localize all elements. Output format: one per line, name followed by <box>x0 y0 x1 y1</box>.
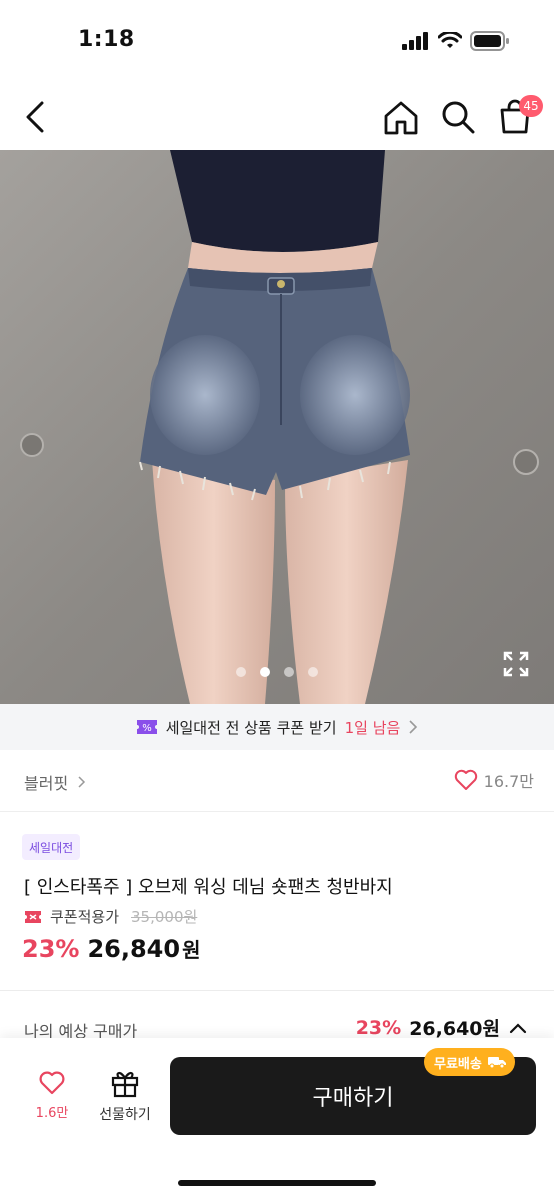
brand-name: 블러핏 <box>24 774 69 793</box>
expected-price-value: 23% 26,640원 <box>356 1014 528 1041</box>
coupon-ticket-icon <box>25 910 41 923</box>
free-shipping-label: 무료배송 <box>434 1056 482 1072</box>
coupon-banner[interactable]: % 세일대전 전 상품 쿠폰 받기 1일 남음 <box>0 704 554 750</box>
gift-label: 선물하기 <box>99 1107 151 1123</box>
truck-icon <box>487 1057 506 1069</box>
coupon-price-row: 쿠폰적용가 35,000원 <box>24 906 197 927</box>
original-price: 35,000원 <box>131 908 198 926</box>
free-shipping-badge: 무료배송 <box>424 1048 515 1076</box>
pagination-dot[interactable] <box>308 667 318 677</box>
cart-count-badge: 45 <box>519 95 543 117</box>
image-pagination <box>236 667 318 677</box>
home-icon <box>384 101 418 135</box>
brand-like-button[interactable]: 16.7만 <box>454 768 534 792</box>
expected-discount-rate: 23% <box>355 1016 402 1039</box>
back-button[interactable] <box>18 98 52 136</box>
expected-price: 26,640원 <box>409 1018 500 1040</box>
price-unit: 원 <box>182 938 201 962</box>
pagination-dot-active[interactable] <box>260 667 270 677</box>
coupon-banner-text: 세일대전 전 상품 쿠폰 받기 <box>165 718 337 737</box>
coupon-remaining: 1일 남음 <box>344 718 401 737</box>
gift-icon <box>111 1072 139 1098</box>
pagination-dot[interactable] <box>236 667 246 677</box>
coupon-icon: % <box>136 720 157 734</box>
search-button[interactable] <box>440 99 476 135</box>
chevron-right-icon <box>78 776 86 788</box>
home-indicator <box>178 1180 376 1186</box>
product-title: [ 인스타폭주 ] 오브제 워싱 데님 숏팬츠 청반바지 <box>24 877 393 898</box>
coupon-price-label: 쿠폰적용가 <box>50 908 120 926</box>
brand-row: 블러핏 16.7만 <box>0 750 554 812</box>
search-icon <box>442 101 475 134</box>
status-bar: 1:18 <box>0 0 554 84</box>
nav-bar <box>0 84 554 150</box>
sale-price: 26,840 <box>87 935 181 963</box>
wish-button[interactable]: 1.6만 <box>24 1070 80 1128</box>
product-image[interactable] <box>0 150 554 704</box>
wifi-icon <box>438 32 462 48</box>
discount-rate: 23% <box>22 935 80 963</box>
heart-icon <box>454 769 477 790</box>
sale-tag: 세일대전 <box>22 834 81 860</box>
svg-text:%: % <box>142 723 152 734</box>
gift-button[interactable]: 선물하기 <box>90 1068 160 1128</box>
chevron-up-icon[interactable] <box>508 1021 528 1035</box>
brand-like-count: 16.7만 <box>483 772 534 791</box>
expand-image-button[interactable] <box>503 651 529 677</box>
product-photo <box>0 150 554 704</box>
signal-icon <box>402 32 428 50</box>
pagination-dot[interactable] <box>284 667 294 677</box>
wish-count: 1.6만 <box>35 1106 69 1121</box>
heart-icon <box>39 1071 65 1095</box>
expand-icon <box>503 651 529 677</box>
back-icon <box>26 101 44 133</box>
status-time: 1:18 <box>78 27 135 52</box>
brand-link[interactable]: 블러핏 <box>24 770 86 794</box>
chevron-right-icon <box>409 720 418 734</box>
price-row: 23% 26,840 원 <box>22 934 200 963</box>
home-button[interactable] <box>382 100 420 136</box>
status-icons <box>402 31 510 51</box>
divider <box>0 990 554 991</box>
battery-icon <box>470 31 509 51</box>
